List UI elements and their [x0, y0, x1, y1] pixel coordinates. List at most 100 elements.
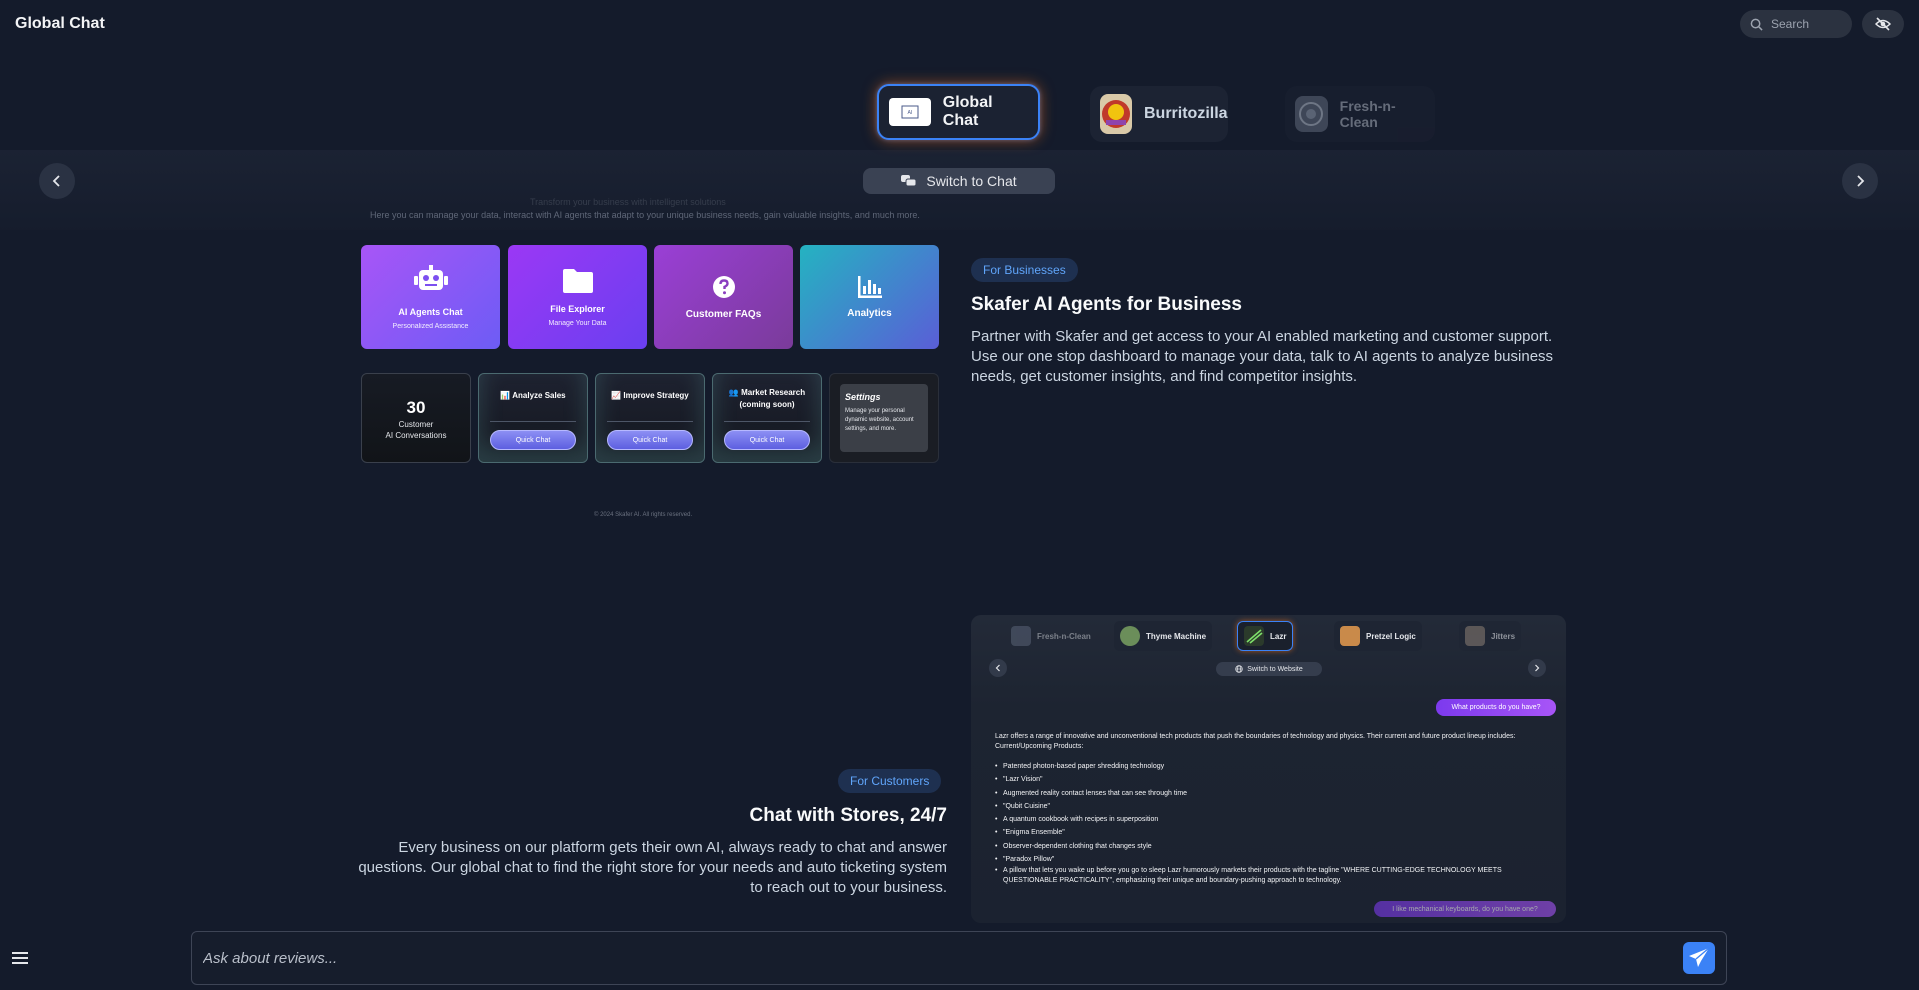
tile-analytics[interactable]: Analytics [800, 245, 939, 349]
chevron-right-icon [1857, 175, 1865, 187]
switch-to-website-button[interactable]: Switch to Website [1216, 662, 1322, 676]
chevron-left-icon [995, 664, 1000, 672]
send-button[interactable] [1683, 942, 1715, 974]
quick-card-title-line: 👥 Market Research [728, 388, 806, 397]
tile-title: File Explorer [550, 303, 605, 314]
preview-store-lazr[interactable]: Lazr [1237, 621, 1294, 651]
divider [490, 421, 576, 422]
switch-to-chat-label: Switch to Chat [926, 173, 1017, 189]
paper-plane-icon [1689, 947, 1710, 967]
settings-panel: Settings Manage your personal dynamic we… [840, 384, 928, 452]
eye-off-icon [1875, 17, 1891, 31]
user-message: What products do you have? [1436, 699, 1556, 716]
stat-card: 30 Customer AI Conversations [361, 373, 471, 463]
store-name: Lazr [1270, 631, 1287, 641]
quick-chat-button[interactable]: Quick Chat [724, 430, 810, 450]
store-burritozilla[interactable]: Burritozilla [1090, 86, 1228, 142]
tile-customer-faqs[interactable]: Customer FAQs [654, 245, 793, 349]
store-logo [1244, 626, 1264, 646]
top-bar: Global Chat Search [0, 0, 1919, 48]
chat-bubbles-icon [901, 175, 917, 187]
store-name: Fresh-n-Clean [1339, 98, 1396, 130]
svg-text:AI: AI [907, 110, 912, 116]
folder-icon [562, 268, 593, 293]
store-logo [1120, 626, 1140, 646]
stat-label: Customer [398, 420, 434, 429]
menu-button[interactable] [12, 951, 28, 965]
tile-ai-agents-chat[interactable]: AI Agents Chat Personalized Assistance [361, 245, 500, 349]
store-logo: AI [889, 98, 931, 126]
tile-subtitle: Manage Your Data [548, 319, 607, 327]
store-name: Global Chat [942, 94, 993, 129]
tile-file-explorer[interactable]: File Explorer Manage Your Data [508, 245, 647, 349]
hamburger-icon [12, 952, 28, 964]
tile-title: AI Agents Chat [398, 306, 463, 317]
list-item: Patented photon-based paper shredding te… [995, 760, 1555, 774]
chart-icon [857, 275, 882, 298]
app-title: Global Chat [15, 15, 105, 32]
store-logo [1465, 626, 1485, 646]
store-name: Fresh-n-Clean [1037, 631, 1091, 641]
quick-card-market-research: 👥 Market Research (coming soon) Quick Ch… [712, 373, 822, 463]
quick-card-title: 📈 Improve Strategy [611, 391, 689, 400]
store-logo [1011, 626, 1031, 646]
store-name: Thyme Machine [1146, 631, 1207, 641]
list-item: Augmented reality contact lenses that ca… [995, 787, 1555, 801]
tile-title: Customer FAQs [685, 308, 762, 320]
dashboard-intro-faded: Transform your business with intelligent… [530, 197, 726, 207]
settings-card[interactable]: Settings Manage your personal dynamic we… [829, 373, 939, 463]
store-global-chat[interactable]: AI Global Chat [877, 84, 1040, 140]
preview-store-thyme-machine[interactable]: Thyme Machine [1114, 621, 1213, 651]
preview-next-button[interactable] [1528, 659, 1546, 677]
switch-to-website-label: Switch to Website [1247, 665, 1303, 673]
list-item: "Lazr Vision" [995, 773, 1555, 787]
copyright: © 2024 Skafer AI. All rights reserved. [594, 512, 693, 518]
chevron-right-icon [1535, 664, 1540, 672]
quick-chat-button[interactable]: Quick Chat [490, 430, 576, 450]
hide-toggle-button[interactable] [1862, 10, 1904, 38]
chat-input-field[interactable] [203, 949, 1683, 967]
for-businesses-badge: For Businesses [971, 258, 1078, 282]
tile-title: Analytics [847, 307, 892, 319]
switch-to-chat-button[interactable]: Switch to Chat [863, 168, 1055, 194]
list-item: "Paradox Pillow" [995, 853, 1555, 867]
question-icon [712, 275, 735, 298]
tile-subtitle: Personalized Assistance [392, 322, 469, 330]
list-item: Observer-dependent clothing that changes… [995, 840, 1555, 854]
store-name: Pretzel Logic [1366, 631, 1416, 641]
divider [607, 421, 693, 422]
carousel-next-button[interactable] [1842, 163, 1878, 199]
dashboard-intro: Here you can manage your data, interact … [370, 210, 920, 220]
quick-card-title-note: (coming soon) [739, 400, 795, 409]
top-right-controls: Search [1740, 10, 1904, 38]
list-item: A quantum cookbook with recipes in super… [995, 813, 1555, 827]
quick-card-analyze-sales: 📊 Analyze Sales Quick Chat [478, 373, 588, 463]
search-input[interactable]: Search [1740, 10, 1852, 38]
quick-chat-button[interactable]: Quick Chat [607, 430, 693, 450]
search-placeholder: Search [1771, 17, 1810, 31]
store-name: Jitters [1491, 631, 1516, 641]
user-message: I like mechanical keyboards, do you have… [1374, 901, 1556, 917]
preview-store-jitters[interactable]: Jitters [1459, 621, 1522, 651]
store-name: Burritozilla [1144, 105, 1228, 122]
stat-label: AI Conversations [385, 431, 447, 440]
settings-text: Manage your personal dynamic website, ac… [845, 408, 914, 432]
stat-value: 30 [406, 398, 426, 417]
store-logo [1100, 94, 1132, 134]
robot-icon [413, 264, 448, 290]
quick-card-title: 👥 Market Research (coming soon) [729, 387, 805, 411]
store-fresh-n-clean[interactable]: Fresh-n-Clean [1285, 86, 1435, 142]
assistant-product-list: Patented photon-based paper shredding te… [995, 760, 1555, 886]
quick-card-title: 📊 Analyze Sales [500, 391, 566, 400]
preview-prev-button[interactable] [989, 659, 1007, 677]
preview-store-pretzel-logic[interactable]: Pretzel Logic [1334, 621, 1422, 651]
business-title: Skafer AI Agents for Business [971, 294, 1243, 315]
carousel-prev-button[interactable] [39, 163, 75, 199]
business-description: Partner with Skafer and get access to yo… [971, 328, 1554, 385]
preview-store-fresh-n-clean[interactable]: Fresh-n-Clean [1005, 621, 1097, 651]
assistant-reply-intro: Lazr offers a range of innovative and un… [995, 733, 1516, 750]
customers-description: Every business on our platform gets thei… [358, 839, 947, 896]
list-item: "Enigma Ensemble" [995, 826, 1555, 840]
globe-icon [1235, 665, 1243, 673]
list-item: "Qubit Cuisine" [995, 800, 1555, 814]
